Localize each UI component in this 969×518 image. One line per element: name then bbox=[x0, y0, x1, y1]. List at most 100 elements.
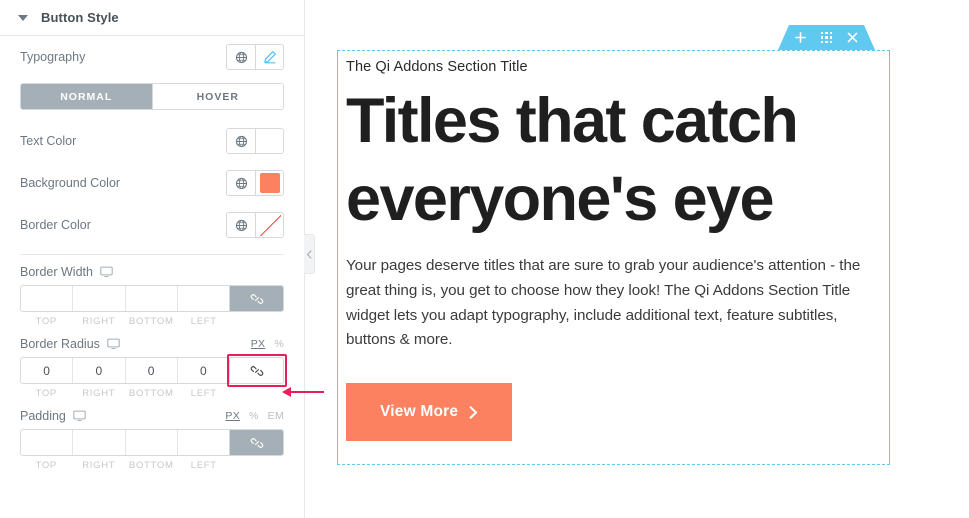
side-label-bottom: BOTTOM bbox=[128, 388, 174, 399]
caret-down-icon[interactable] bbox=[18, 14, 28, 21]
padding-label-group: Padding bbox=[20, 409, 86, 423]
border-radius-side-labels: TOP RIGHT BOTTOM LEFT bbox=[20, 388, 284, 399]
panel-body: Typography NORMAL HOVER Text Color Backg… bbox=[0, 36, 304, 518]
side-label-right: RIGHT bbox=[82, 316, 116, 327]
elementor-editor: Button Style Typography NORMAL HOVER Tex… bbox=[0, 0, 969, 518]
padding-bottom-input[interactable] bbox=[124, 430, 177, 455]
globe-icon bbox=[235, 51, 247, 63]
padding-link-button[interactable] bbox=[229, 430, 283, 455]
side-label-spacer bbox=[230, 316, 284, 327]
monitor-icon[interactable] bbox=[100, 266, 113, 278]
view-more-button[interactable]: View More bbox=[346, 383, 513, 442]
border-color-globe-button[interactable] bbox=[227, 213, 255, 237]
typography-label: Typography bbox=[20, 50, 86, 64]
text-color-swatch-button[interactable] bbox=[255, 129, 283, 153]
border-width-inputs bbox=[20, 285, 284, 312]
view-more-label: View More bbox=[380, 403, 459, 421]
border-width-row bbox=[20, 285, 284, 312]
panel-header-button-style[interactable]: Button Style bbox=[0, 0, 304, 36]
side-label-top: TOP bbox=[35, 460, 57, 471]
border-width-side-labels: TOP RIGHT BOTTOM LEFT bbox=[20, 316, 284, 327]
tab-normal[interactable]: NORMAL bbox=[21, 84, 152, 109]
section-content: The Qi Addons Section Title Titles that … bbox=[337, 50, 890, 465]
state-tab-toggle: NORMAL HOVER bbox=[20, 83, 284, 110]
chevron-left-icon bbox=[306, 249, 312, 259]
close-x-icon[interactable] bbox=[847, 32, 858, 43]
monitor-glyph bbox=[107, 338, 120, 350]
border-radius-units: PX % bbox=[251, 338, 284, 350]
border-radius-inputs bbox=[20, 357, 284, 384]
globe-icon bbox=[235, 177, 247, 189]
border-width-bottom-input[interactable] bbox=[124, 286, 177, 311]
selected-section[interactable]: The Qi Addons Section Title Titles that … bbox=[337, 50, 890, 465]
unit-px[interactable]: PX bbox=[251, 338, 266, 350]
unit-em[interactable]: EM bbox=[268, 410, 284, 422]
monitor-glyph bbox=[100, 266, 113, 278]
border-radius-label-group: Border Radius bbox=[20, 337, 120, 351]
border-color-swatch-none bbox=[258, 214, 281, 236]
style-settings-sidebar: Button Style Typography NORMAL HOVER Tex… bbox=[0, 0, 324, 518]
section-eyebrow-text: The Qi Addons Section Title bbox=[346, 59, 528, 75]
side-label-bottom: BOTTOM bbox=[128, 460, 174, 471]
border-radius-top-input[interactable] bbox=[21, 358, 73, 383]
border-color-controls bbox=[226, 212, 284, 238]
padding-top-input[interactable] bbox=[21, 430, 73, 455]
link-icon bbox=[250, 293, 263, 304]
padding-right-input[interactable] bbox=[72, 430, 125, 455]
pencil-edit-icon bbox=[263, 51, 276, 64]
text-color-globe-button[interactable] bbox=[227, 129, 255, 153]
border-radius-link-button[interactable] bbox=[229, 358, 283, 383]
background-color-label: Background Color bbox=[20, 176, 121, 190]
border-width-left-input[interactable] bbox=[176, 286, 229, 311]
link-icon bbox=[250, 437, 263, 448]
chevron-right-icon bbox=[469, 405, 478, 419]
padding-left-input[interactable] bbox=[176, 430, 229, 455]
sidebar-collapse-handle[interactable] bbox=[304, 234, 315, 274]
unit-percent[interactable]: % bbox=[274, 338, 284, 350]
monitor-icon[interactable] bbox=[73, 410, 86, 422]
background-color-globe-button[interactable] bbox=[227, 171, 255, 195]
plus-icon[interactable] bbox=[795, 32, 806, 43]
monitor-icon[interactable] bbox=[107, 338, 120, 350]
padding-side-labels: TOP RIGHT BOTTOM LEFT bbox=[20, 460, 284, 471]
background-color-swatch-button[interactable] bbox=[255, 171, 283, 195]
typography-controls bbox=[226, 44, 284, 70]
padding-label: Padding bbox=[20, 409, 66, 423]
row-border-color: Border Color bbox=[20, 204, 284, 246]
unit-px[interactable]: PX bbox=[225, 410, 240, 422]
border-color-swatch-button[interactable] bbox=[255, 213, 283, 237]
side-label-left: LEFT bbox=[190, 460, 217, 471]
side-label-right: RIGHT bbox=[82, 460, 116, 471]
side-label-top: TOP bbox=[35, 316, 57, 327]
border-radius-left-input[interactable] bbox=[176, 358, 229, 383]
border-width-link-button[interactable] bbox=[229, 286, 283, 311]
globe-icon bbox=[235, 219, 247, 231]
border-radius-right-input[interactable] bbox=[72, 358, 125, 383]
border-width-label: Border Width bbox=[20, 265, 93, 279]
side-label-spacer bbox=[230, 460, 284, 471]
padding-row bbox=[20, 429, 284, 456]
tab-hover[interactable]: HOVER bbox=[151, 84, 283, 109]
drag-dots-icon[interactable] bbox=[821, 32, 832, 43]
section-toolbar bbox=[778, 25, 875, 50]
plus-glyph bbox=[795, 32, 806, 43]
drag-dots-glyph bbox=[821, 32, 832, 43]
padding-inputs bbox=[20, 429, 284, 456]
side-label-left: LEFT bbox=[190, 388, 217, 399]
background-color-swatch bbox=[259, 173, 280, 193]
border-width-right-input[interactable] bbox=[72, 286, 125, 311]
row-background-color: Background Color bbox=[20, 162, 284, 204]
border-width-top-input[interactable] bbox=[21, 286, 73, 311]
text-color-label: Text Color bbox=[20, 134, 77, 148]
unit-percent[interactable]: % bbox=[249, 410, 259, 422]
padding-head: Padding PX % EM bbox=[20, 409, 284, 423]
monitor-glyph bbox=[73, 410, 86, 422]
control-border-width: Border Width TOP RIGHT BOTTOM LEFT bbox=[20, 255, 284, 327]
typography-edit-button[interactable] bbox=[255, 45, 283, 69]
typography-globe-button[interactable] bbox=[227, 45, 255, 69]
border-radius-head: Border Radius PX % bbox=[20, 337, 284, 351]
border-radius-bottom-input[interactable] bbox=[124, 358, 177, 383]
globe-icon bbox=[235, 135, 247, 147]
control-border-radius: Border Radius PX % 0 0 0 0 TOP RIGHT BOT… bbox=[20, 327, 287, 399]
section-body-text: Your pages deserve titles that are sure … bbox=[346, 257, 861, 349]
